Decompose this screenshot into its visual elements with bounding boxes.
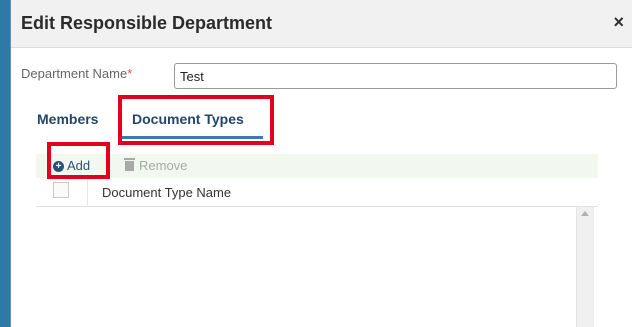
select-all-column [36,178,88,206]
dialog-title: Edit Responsible Department [21,13,273,33]
required-marker: * [127,66,133,81]
grid-body [36,207,598,327]
department-name-label-text: Department Name [21,66,128,81]
select-all-checkbox[interactable] [53,182,69,198]
department-name-input[interactable] [174,63,617,89]
highlight-box-document-types [118,95,274,145]
edit-department-dialog: Edit Responsible Department × Department… [10,0,632,327]
trash-icon [124,158,135,171]
department-name-label: Department Name* [21,66,132,81]
grid-toolbar [36,154,598,178]
tab-members[interactable]: Members [37,111,98,127]
remove-button-label: Remove [139,158,188,173]
column-header-document-type-name[interactable]: Document Type Name [102,185,231,200]
close-icon[interactable]: × [613,12,624,33]
remove-button[interactable]: Remove [124,158,188,173]
scroll-up-arrow-icon[interactable] [581,211,589,216]
dialog-titlebar: Edit Responsible Department × [11,0,632,48]
grid-scrollbar[interactable] [576,207,594,327]
highlight-box-add [47,142,110,179]
grid-header: Document Type Name [36,178,598,207]
